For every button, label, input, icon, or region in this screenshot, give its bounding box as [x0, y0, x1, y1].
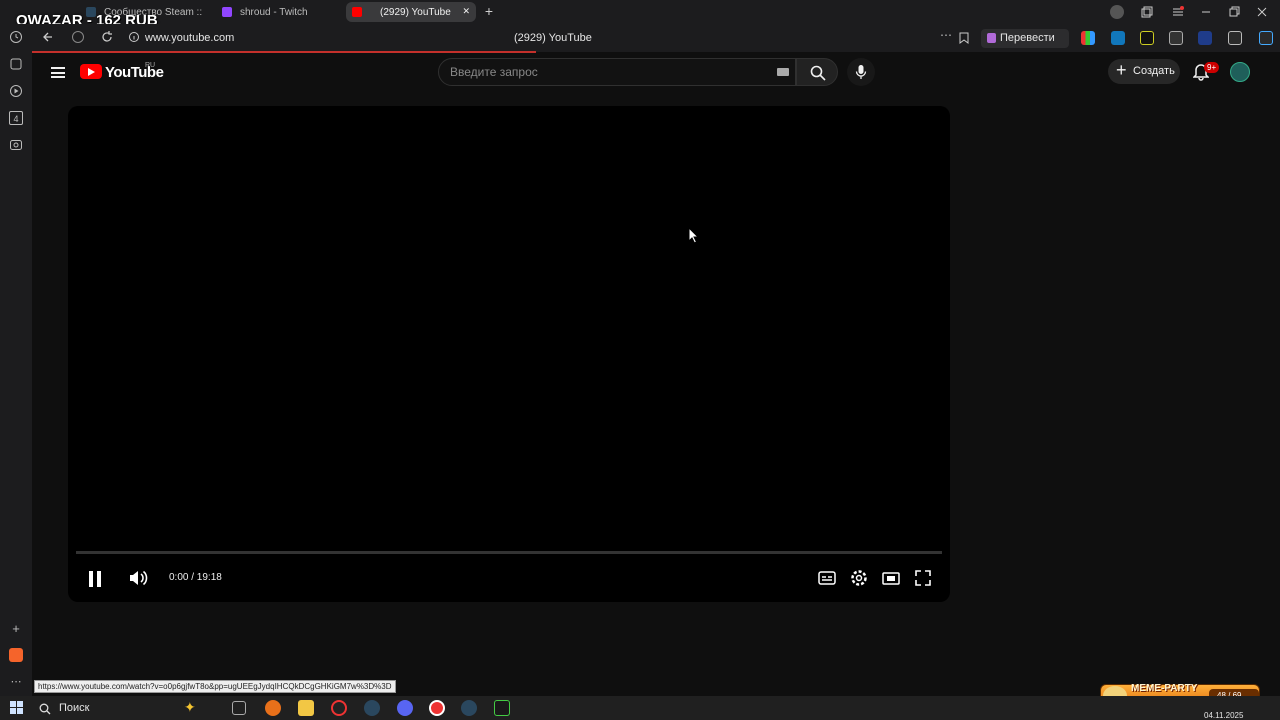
copilot-sparkle-icon: ✦	[184, 699, 196, 715]
back-icon[interactable]	[42, 30, 54, 44]
notification-badge: 9+	[1204, 62, 1220, 73]
extension-black-icon[interactable]	[1140, 31, 1154, 45]
notes-icon[interactable]	[9, 57, 23, 71]
meme-party-title: MEME-PARTY	[1131, 683, 1198, 694]
youtube-icon	[352, 7, 362, 17]
reload-icon[interactable]	[100, 30, 114, 44]
twitch-icon	[222, 7, 232, 17]
steam-icon[interactable]	[364, 700, 380, 716]
clock-date: 04.11.2025	[1204, 711, 1244, 720]
pause-button[interactable]	[88, 571, 102, 587]
steam-icon[interactable]	[461, 700, 477, 716]
taskbar-search[interactable]: Поиск ✦	[30, 698, 220, 718]
add-panel-icon[interactable]: +	[9, 622, 23, 636]
extension-sih-icon[interactable]	[1111, 31, 1125, 45]
search-placeholder: Введите запрос	[450, 65, 538, 79]
more-icon[interactable]: ⋯	[940, 28, 953, 42]
extension-audio-icon[interactable]	[1198, 31, 1212, 45]
video-player[interactable]: 0:00 / 19:18	[68, 106, 950, 602]
search-input[interactable]: Введите запрос	[438, 58, 796, 86]
volume-icon[interactable]	[128, 568, 148, 588]
site-info-icon[interactable]	[128, 30, 140, 44]
translate-icon	[987, 33, 996, 43]
windows-start-icon[interactable]	[10, 701, 23, 714]
search-icon	[39, 703, 51, 715]
browser-side-panel: 4 + ⋯	[0, 24, 32, 696]
subtitles-icon[interactable]	[817, 568, 837, 588]
url-field[interactable]: www.youtube.com	[145, 32, 234, 44]
fullscreen-icon[interactable]	[913, 568, 933, 588]
mouse-cursor-icon	[688, 227, 700, 244]
more-icon[interactable]: ⋯	[9, 675, 23, 689]
address-bar: www.youtube.com (2929) YouTube ⋯ Перевес…	[32, 24, 1280, 52]
menu-icon[interactable]	[1172, 6, 1184, 18]
link-status-bar: https://www.youtube.com/watch?v=o0p6gjfw…	[34, 680, 396, 693]
microphone-icon	[855, 65, 867, 79]
extension-color-icon[interactable]	[1081, 31, 1095, 45]
ranking-app-icon[interactable]	[331, 700, 347, 716]
faceit-app-icon[interactable]	[265, 700, 281, 716]
protect-icon[interactable]	[71, 30, 85, 44]
progress-bar[interactable]	[76, 551, 942, 554]
tab-label: shroud - Twitch	[240, 6, 308, 18]
play-circle-icon[interactable]	[9, 84, 23, 98]
obs-icon[interactable]	[494, 700, 510, 716]
tab-youtube[interactable]: (2929) YouTube ✕	[346, 2, 476, 22]
translate-label: Перевести	[1000, 32, 1055, 44]
profile-icon[interactable]	[1110, 5, 1124, 19]
time-display: 0:00 / 19:18	[169, 572, 222, 583]
extension-twitch-icon[interactable]	[1169, 31, 1183, 45]
task-view-icon[interactable]	[232, 701, 246, 715]
theater-mode-icon[interactable]	[881, 568, 901, 588]
close-tab-icon[interactable]: ✕	[462, 6, 470, 17]
screen: Сообщество Steam :: Mic shroud - Twitch …	[0, 0, 1280, 720]
youtube-logo-icon[interactable]	[80, 64, 102, 79]
restore-icon[interactable]	[1229, 6, 1241, 18]
tab-label: (2929) YouTube	[380, 6, 451, 18]
extensions-icon[interactable]	[1228, 31, 1242, 45]
yandex-icon[interactable]	[9, 648, 23, 662]
search-icon	[810, 65, 826, 81]
counter-icon[interactable]: 4	[9, 111, 23, 125]
minimize-icon[interactable]	[1201, 6, 1211, 18]
search-button[interactable]	[796, 58, 838, 86]
youtube-header: YouTube RU Введите запрос Создать 9+	[32, 53, 1280, 93]
region-code: RU	[145, 62, 156, 69]
page-title: (2929) YouTube	[514, 32, 592, 44]
browser-tab-strip: Сообщество Steam :: Mic shroud - Twitch …	[0, 0, 1280, 29]
create-button[interactable]: Создать	[1108, 59, 1180, 84]
voice-search-button[interactable]	[847, 58, 875, 86]
bookmark-icon[interactable]	[959, 32, 969, 44]
taskbar-search-label: Поиск	[59, 702, 90, 714]
translate-button[interactable]: Перевести	[981, 29, 1069, 48]
file-explorer-icon[interactable]	[298, 700, 314, 716]
avatar[interactable]	[1230, 62, 1250, 82]
menu-icon[interactable]	[51, 67, 65, 78]
discord-icon[interactable]	[397, 700, 413, 716]
keyboard-icon[interactable]	[777, 68, 789, 76]
tab-twitch[interactable]: shroud - Twitch	[216, 2, 340, 22]
settings-gear-icon[interactable]	[849, 568, 869, 588]
close-window-icon[interactable]	[1257, 6, 1267, 18]
new-tab-button[interactable]: +	[482, 4, 496, 19]
yandex-browser-icon[interactable]	[429, 700, 445, 716]
history-icon[interactable]	[9, 30, 23, 44]
downloads-icon[interactable]	[1259, 31, 1273, 45]
windows-taskbar: Поиск ✦ 04.11.2025	[0, 696, 1280, 720]
screenshot-icon[interactable]	[9, 138, 23, 152]
collections-icon[interactable]	[1141, 6, 1153, 18]
